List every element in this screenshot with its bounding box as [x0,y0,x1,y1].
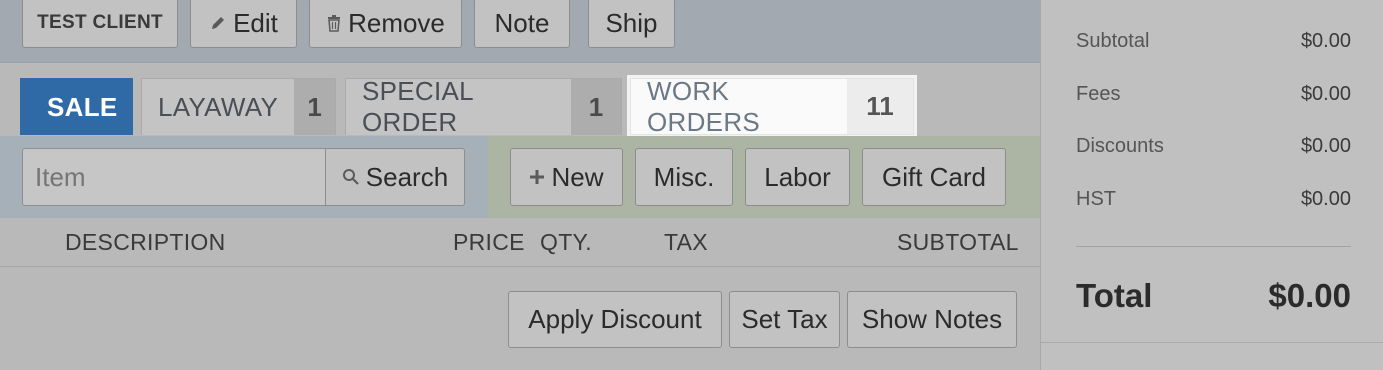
tab-work-orders-count: 11 [847,79,913,134]
column-qty: QTY. [540,229,592,255]
apply-discount-button[interactable]: Apply Discount [508,291,722,348]
misc-button-label: Misc. [653,161,715,192]
discounts-label: Discounts [1076,135,1164,157]
set-tax-button[interactable]: Set Tax [729,291,840,348]
client-button[interactable]: TEST CLIENT [22,0,178,48]
hst-value: $0.00 [1300,188,1351,210]
edit-button[interactable]: Edit [190,0,297,48]
new-item-button[interactable]: New [510,148,623,206]
column-description: DESCRIPTION [65,229,226,255]
item-search-panel: Search [0,136,488,218]
add-item-panel: New Misc. Labor Gift Card [488,136,1040,218]
ship-button[interactable]: Ship [588,0,675,48]
set-tax-label: Set Tax [741,304,828,334]
trash-icon [328,15,341,32]
tab-layaway[interactable]: LAYAWAY 1 [141,78,336,135]
subtotal-value: $0.00 [1300,30,1351,52]
tab-work-orders[interactable]: WORK ORDERS 11 [630,75,914,137]
client-button-label: TEST CLIENT [37,12,163,33]
total-value: $0.00 [1268,277,1351,314]
misc-button[interactable]: Misc. [635,148,733,206]
tab-layaway-count: 1 [294,79,335,135]
tab-sale[interactable]: SALE [20,78,133,135]
tab-work-orders-label: WORK ORDERS [647,75,761,137]
tab-sale-label: SALE [47,91,118,122]
tab-special-order[interactable]: SPECIAL ORDER 1 [345,76,622,137]
column-subtotal: SUBTOTAL [897,229,1019,255]
labor-button-label: Labor [764,161,831,192]
new-item-button-label: New [551,161,604,192]
tab-layaway-label: LAYAWAY [158,91,279,122]
fees-value: $0.00 [1300,83,1351,105]
total-label: Total [1076,277,1153,314]
order-summary: Subtotal $0.00 Fees $0.00 Discounts $0.0… [1040,0,1383,370]
show-notes-label: Show Notes [861,304,1003,334]
register-main: TEST CLIENT Edit Remove Note Ship SALE L… [0,0,1040,370]
edit-button-label: Edit [233,7,278,38]
gift-card-button-label: Gift Card [881,161,987,192]
note-button-label: Note [494,7,550,38]
note-button[interactable]: Note [474,0,570,48]
item-search-input[interactable] [22,148,326,206]
search-button-label: Search [365,161,449,192]
ship-button-label: Ship [605,7,658,38]
summary-bottom-divider [1041,342,1383,343]
gift-card-button[interactable]: Gift Card [862,148,1006,206]
search-icon [342,169,359,185]
remove-button-label: Remove [348,7,445,38]
tab-special-order-count: 1 [571,79,621,135]
remove-button[interactable]: Remove [309,0,462,48]
discounts-value: $0.00 [1300,135,1351,157]
column-price: PRICE [453,229,525,255]
summary-divider [1076,246,1351,247]
line-items-header: DESCRIPTION PRICE QTY. TAX SUBTOTAL [0,219,1040,267]
client-toolbar: TEST CLIENT Edit Remove Note Ship [0,0,1040,63]
hst-label: HST [1076,188,1116,210]
plus-icon [530,170,545,184]
column-tax: TAX [664,229,708,255]
tab-special-order-label: SPECIAL ORDER [362,76,473,137]
pencil-icon [212,17,225,29]
subtotal-label: Subtotal [1076,30,1150,52]
labor-button[interactable]: Labor [745,148,850,206]
fees-label: Fees [1076,83,1121,105]
search-button[interactable]: Search [325,148,465,206]
apply-discount-label: Apply Discount [528,304,702,334]
order-type-tabs: SALE LAYAWAY 1 SPECIAL ORDER 1 WORK ORDE… [0,63,1040,137]
show-notes-button[interactable]: Show Notes [847,291,1017,348]
